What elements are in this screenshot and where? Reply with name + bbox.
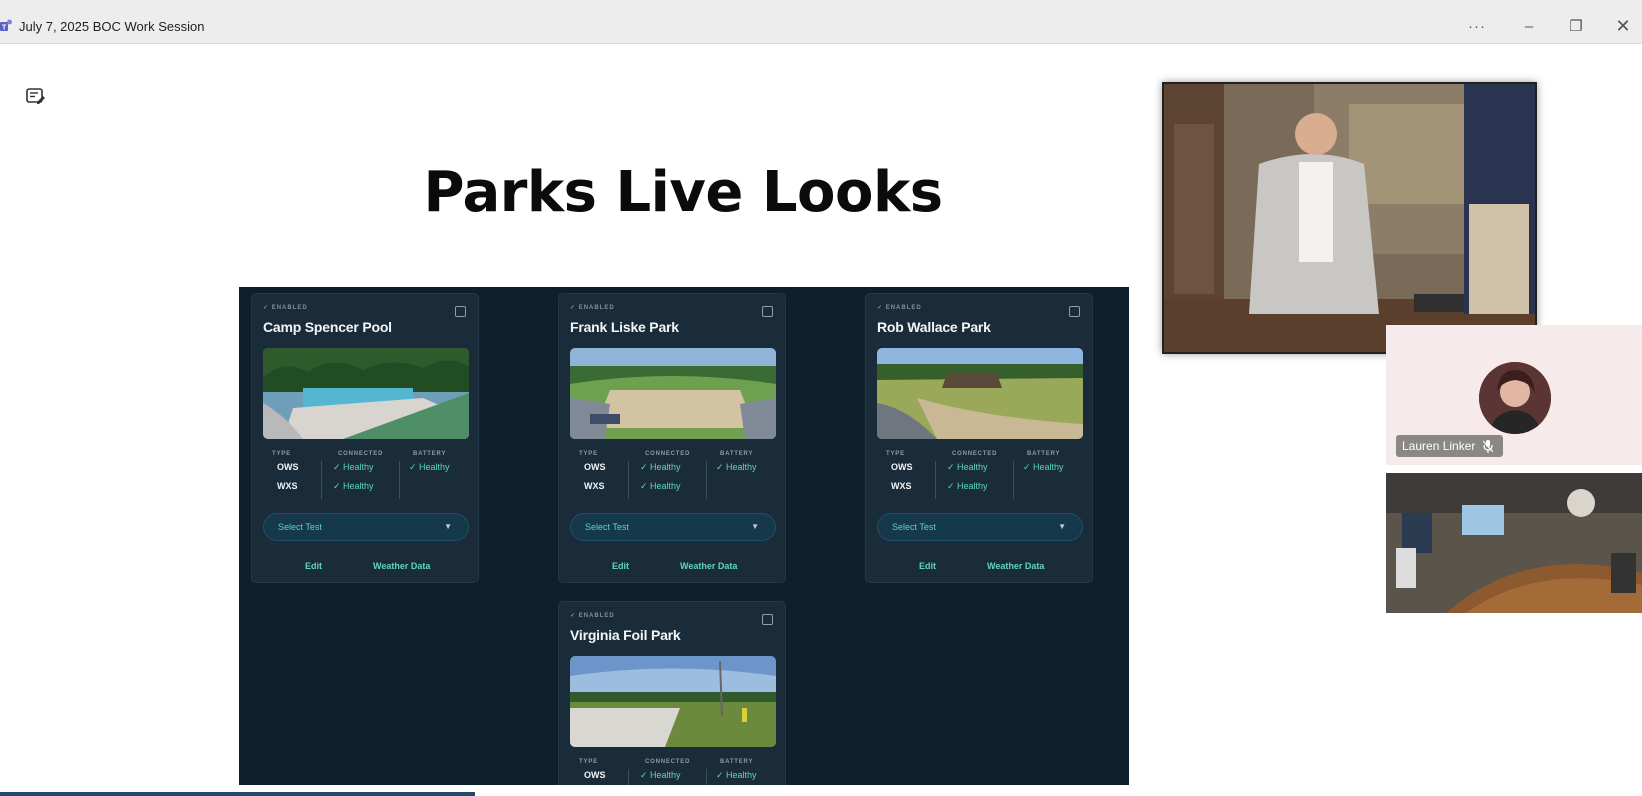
park-camera-photo (263, 348, 469, 439)
card-checkbox[interactable] (762, 614, 773, 625)
park-name: Camp Spencer Pool (263, 319, 392, 335)
parks-dashboard-screenshot: ✓ ENABLED Camp Spencer Pool TYPE CONNECT… (239, 287, 1129, 785)
select-test-dropdown[interactable]: Select Test ▼ (263, 513, 469, 541)
window-title: July 7, 2025 BOC Work Session (19, 19, 205, 34)
park-camera-photo (570, 348, 776, 439)
sensor-stats: TYPE CONNECTED BATTERY OWS ✓ Healthy ✓ H… (263, 451, 469, 501)
park-camera-photo (877, 348, 1083, 439)
battery-status: ✓ Healthy (716, 770, 757, 780)
battery-status: ✓ Healthy (1023, 462, 1064, 472)
more-options-button[interactable]: ··· (1462, 14, 1492, 38)
sensor-type: WXS (891, 481, 912, 491)
connected-status: ✓ Healthy (640, 770, 681, 780)
connected-status: ✓ Healthy (333, 462, 374, 472)
weather-data-link[interactable]: Weather Data (680, 561, 737, 571)
park-card-rob-wallace: ✓ ENABLED Rob Wallace Park TYPE CONNECTE… (865, 293, 1093, 583)
progress-bar (0, 792, 475, 796)
mic-off-icon (1483, 439, 1494, 453)
enabled-badge: ✓ ENABLED (263, 305, 308, 311)
participant-name-tag: Lauren Linker (1396, 435, 1504, 457)
connected-header: CONNECTED (338, 451, 384, 457)
caret-down-icon: ▼ (444, 522, 452, 531)
sensor-type: OWS (891, 462, 913, 472)
restore-button[interactable]: ❐ (1561, 14, 1591, 38)
enabled-badge: ✓ ENABLED (570, 613, 615, 619)
edit-link[interactable]: Edit (919, 561, 936, 571)
connected-header: CONNECTED (645, 451, 691, 457)
svg-text:T: T (2, 25, 7, 32)
sensor-stats: TYPE CONNECTED BATTERY OWS ✓ Healthy ✓ H… (570, 451, 776, 501)
sensor-type: OWS (584, 770, 606, 780)
notes-icon[interactable] (26, 88, 46, 106)
weather-data-link[interactable]: Weather Data (987, 561, 1044, 571)
participant-name: Lauren Linker (1402, 439, 1476, 453)
teams-icon: T (0, 19, 12, 32)
battery-status: ✓ Healthy (716, 462, 757, 472)
enabled-badge: ✓ ENABLED (570, 305, 615, 311)
room-video-feed (1386, 473, 1642, 613)
select-test-label: Select Test (585, 522, 629, 532)
connected-status: ✓ Healthy (947, 481, 988, 491)
park-card-frank-liske: ✓ ENABLED Frank Liske Park TYPE CONNECTE… (558, 293, 786, 583)
park-card-camp-spencer: ✓ ENABLED Camp Spencer Pool TYPE CONNECT… (251, 293, 479, 583)
weather-data-link[interactable]: Weather Data (373, 561, 430, 571)
type-header: TYPE (579, 451, 598, 457)
caret-down-icon: ▼ (751, 522, 759, 531)
select-test-dropdown[interactable]: Select Test ▼ (570, 513, 776, 541)
connected-status: ✓ Healthy (333, 481, 374, 491)
park-name: Frank Liske Park (570, 319, 679, 335)
card-checkbox[interactable] (1069, 306, 1080, 317)
window-titlebar: T July 7, 2025 BOC Work Session ··· – ❐ … (0, 0, 1642, 44)
battery-header: BATTERY (413, 451, 447, 457)
enabled-badge: ✓ ENABLED (877, 305, 922, 311)
select-test-label: Select Test (278, 522, 322, 532)
sensor-type: OWS (277, 462, 299, 472)
battery-header: BATTERY (720, 451, 754, 457)
edit-link[interactable]: Edit (305, 561, 322, 571)
park-name: Rob Wallace Park (877, 319, 991, 335)
type-header: TYPE (579, 759, 598, 765)
connected-status: ✓ Healthy (947, 462, 988, 472)
connected-header: CONNECTED (645, 759, 691, 765)
type-header: TYPE (886, 451, 905, 457)
park-camera-photo (570, 656, 776, 747)
connected-status: ✓ Healthy (640, 481, 681, 491)
select-test-label: Select Test (892, 522, 936, 532)
close-button[interactable]: ✕ (1608, 14, 1638, 38)
park-card-virginia-foil: ✓ ENABLED Virginia Foil Park TYPE CONNEC… (558, 601, 786, 785)
battery-status: ✓ Healthy (409, 462, 450, 472)
select-test-dropdown[interactable]: Select Test ▼ (877, 513, 1083, 541)
sensor-type: OWS (584, 462, 606, 472)
sensor-type: WXS (277, 481, 298, 491)
battery-header: BATTERY (1027, 451, 1061, 457)
caret-down-icon: ▼ (1058, 522, 1066, 531)
park-name: Virginia Foil Park (570, 627, 681, 643)
connected-status: ✓ Healthy (640, 462, 681, 472)
connected-header: CONNECTED (952, 451, 998, 457)
sensor-stats: TYPE CONNECTED BATTERY OWS ✓ Healthy ✓ H… (570, 759, 776, 785)
sensor-stats: TYPE CONNECTED BATTERY OWS ✓ Healthy ✓ H… (877, 451, 1083, 501)
type-header: TYPE (272, 451, 291, 457)
participant-tile[interactable]: Lauren Linker (1386, 325, 1642, 465)
sensor-type: WXS (584, 481, 605, 491)
avatar (1479, 362, 1551, 434)
battery-header: BATTERY (720, 759, 754, 765)
card-checkbox[interactable] (762, 306, 773, 317)
edit-link[interactable]: Edit (612, 561, 629, 571)
minimize-button[interactable]: – (1514, 14, 1544, 38)
card-checkbox[interactable] (455, 306, 466, 317)
speaker-video-feed (1162, 82, 1537, 354)
